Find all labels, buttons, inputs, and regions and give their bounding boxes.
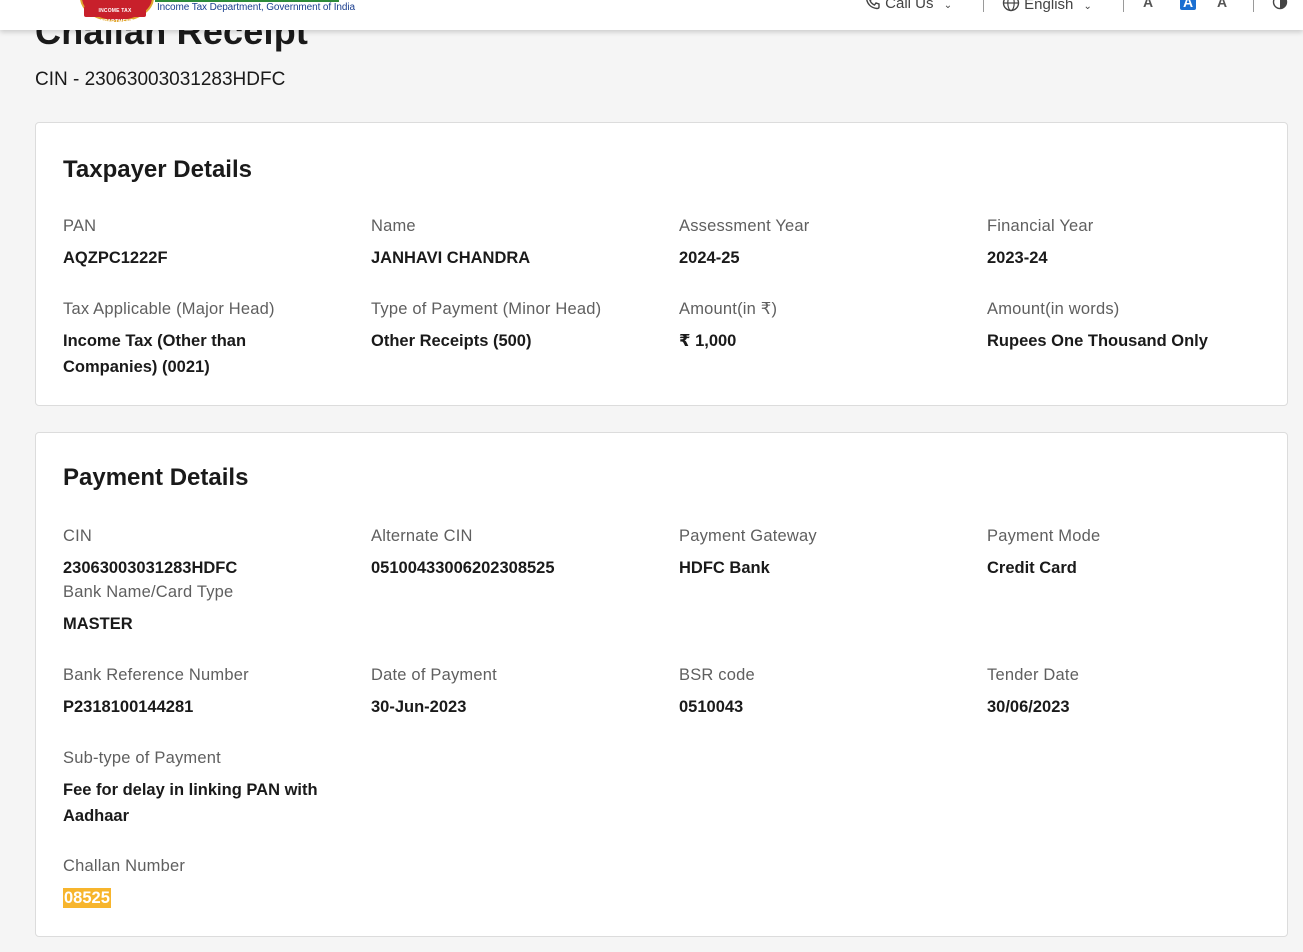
- bank-name-card-type-field: Bank Name/Card Type MASTER: [63, 581, 333, 637]
- sub-type-of-payment-field: Sub-type of Payment Fee for delay in lin…: [63, 747, 328, 829]
- field-label: Assessment Year: [679, 217, 810, 235]
- field-label: Payment Mode: [987, 527, 1101, 545]
- field-label: Challan Number: [63, 857, 186, 875]
- call-us-label: Call Us: [885, 0, 934, 12]
- field-value: Fee for delay in linking PAN with Aadhaa…: [63, 781, 318, 825]
- field-value: Income Tax (Other than Companies) (0021): [63, 332, 247, 376]
- assessment-year-field: Assessment Year 2024-25: [679, 215, 949, 271]
- amount-in-words-field: Amount(in words) Rupees One Thousand Onl…: [987, 298, 1257, 354]
- top-header: INCOME TAX DEPARTMENT Income Tax Departm…: [0, 0, 1303, 30]
- chevron-down-icon: ⌄: [943, 0, 953, 11]
- field-label: Financial Year: [987, 217, 1094, 235]
- contrast-icon[interactable]: [1272, 0, 1288, 10]
- field-value: P2318100144281: [63, 698, 194, 716]
- font-size-small-button[interactable]: A: [1143, 0, 1153, 10]
- language-menu[interactable]: English ⌄: [1002, 0, 1092, 13]
- language-label: English: [1024, 0, 1074, 13]
- field-label: Amount(in words): [987, 300, 1120, 318]
- field-value: 0510043: [679, 698, 744, 716]
- payment-gateway-field: Payment Gateway HDFC Bank: [679, 525, 949, 581]
- bsr-code-field: BSR code 0510043: [679, 664, 949, 720]
- globe-icon: [1002, 0, 1020, 12]
- field-label: Payment Gateway: [679, 527, 817, 545]
- field-value: JANHAVI CHANDRA: [371, 249, 531, 267]
- field-value: MASTER: [63, 615, 133, 633]
- field-value: 2024-25: [679, 249, 740, 267]
- field-label: Name: [371, 217, 416, 235]
- field-label: Bank Name/Card Type: [63, 583, 234, 601]
- field-value: Credit Card: [987, 559, 1077, 577]
- logo-ribbon: INCOME TAX DEPARTMENT: [84, 6, 146, 25]
- date-of-payment-field: Date of Payment 30-Jun-2023: [371, 664, 641, 720]
- field-value: 30-Jun-2023: [371, 698, 467, 716]
- minor-head-field: Type of Payment (Minor Head) Other Recei…: [371, 298, 641, 354]
- phone-icon: [866, 0, 880, 10]
- major-head-field: Tax Applicable (Major Head) Income Tax (…: [63, 298, 275, 380]
- header-divider: [1253, 0, 1254, 12]
- font-size-normal-button[interactable]: A: [1180, 0, 1197, 10]
- payment-details-title: Payment Details: [63, 464, 249, 491]
- field-label: Tax Applicable (Major Head): [63, 300, 275, 318]
- financial-year-field: Financial Year 2023-24: [987, 215, 1257, 271]
- field-label: Amount(in ₹): [679, 300, 778, 318]
- field-value: Rupees One Thousand Only: [987, 332, 1208, 350]
- amount-field: Amount(in ₹) ₹ 1,000: [679, 298, 949, 354]
- field-value: Other Receipts (500): [371, 332, 532, 350]
- field-label: Date of Payment: [371, 666, 497, 684]
- field-label: PAN: [63, 217, 97, 235]
- field-value: ₹ 1,000: [679, 332, 737, 350]
- tender-date-field: Tender Date 30/06/2023: [987, 664, 1257, 720]
- field-label: Type of Payment (Minor Head): [371, 300, 602, 318]
- payment-details-card: Payment Details CIN 23063003031283HDFC A…: [35, 432, 1288, 937]
- font-size-large-button[interactable]: A: [1217, 0, 1227, 10]
- field-value: AQZPC1222F: [63, 249, 168, 267]
- pan-field: PAN AQZPC1222F: [63, 215, 333, 271]
- challan-number-field: Challan Number 08525: [63, 855, 333, 911]
- cin-field: CIN 23063003031283HDFC: [63, 525, 333, 581]
- header-divider: [983, 0, 984, 12]
- chevron-down-icon: ⌄: [1083, 1, 1092, 12]
- field-label: Bank Reference Number: [63, 666, 249, 684]
- taxpayer-details-card: Taxpayer Details PAN AQZPC1222F Name JAN…: [35, 122, 1288, 406]
- field-value: 2023-24: [987, 249, 1048, 267]
- field-value: 30/06/2023: [987, 698, 1070, 716]
- field-label: Tender Date: [987, 666, 1080, 684]
- field-value: 08525: [63, 885, 333, 911]
- field-value: 23063003031283HDFC: [63, 559, 238, 577]
- menu-icon[interactable]: [34, 0, 58, 4]
- payment-mode-field: Payment Mode Credit Card: [987, 525, 1257, 581]
- header-divider: [1123, 0, 1124, 12]
- cin-subtitle: CIN - 23063003031283HDFC: [35, 69, 286, 90]
- name-field: Name JANHAVI CHANDRA: [371, 215, 641, 271]
- department-text: Income Tax Department, Government of Ind…: [157, 2, 355, 13]
- alternate-cin-field: Alternate CIN 05100433006202308525: [371, 525, 641, 581]
- field-value: 05100433006202308525: [371, 559, 555, 577]
- taxpayer-details-title: Taxpayer Details: [63, 156, 252, 183]
- field-value: HDFC Bank: [679, 559, 770, 577]
- call-us-menu[interactable]: Call Us ⌄: [865, 0, 952, 12]
- field-label: Sub-type of Payment: [63, 749, 221, 767]
- field-label: CIN: [63, 527, 93, 545]
- bank-reference-number-field: Bank Reference Number P2318100144281: [63, 664, 333, 720]
- field-label: Alternate CIN: [371, 527, 473, 545]
- field-label: BSR code: [679, 666, 755, 684]
- challan-number-highlight: 08525: [63, 888, 111, 908]
